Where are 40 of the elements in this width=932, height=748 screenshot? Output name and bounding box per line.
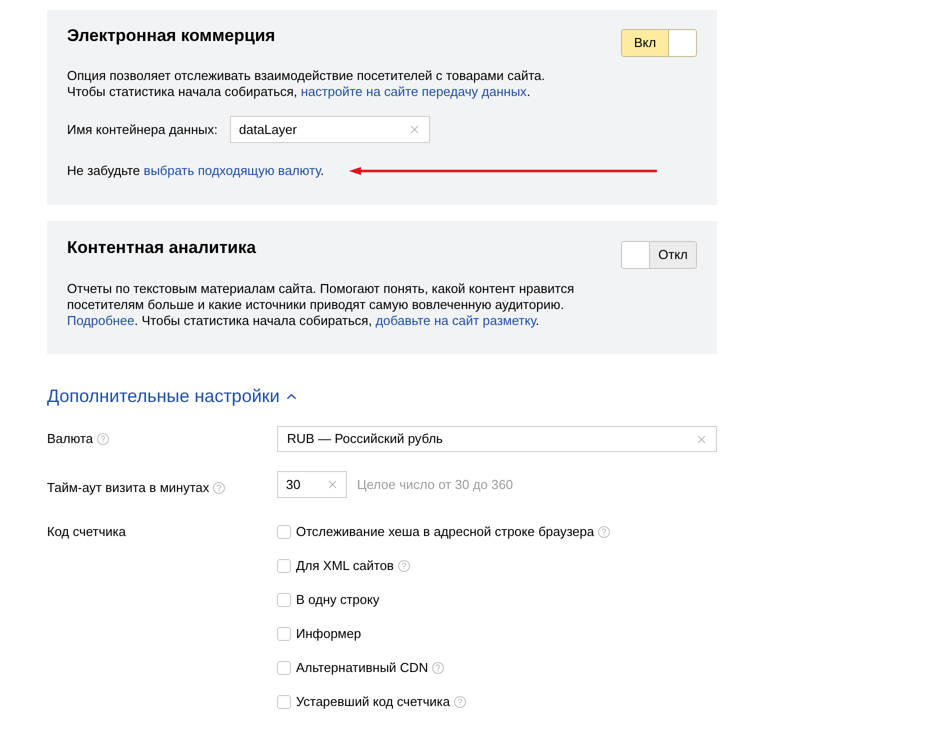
checkbox[interactable]: [277, 661, 291, 675]
option-label[interactable]: Отслеживание хеша в адресной строке браузера: [296, 522, 594, 542]
card-title: Электронная коммерция: [67, 25, 276, 47]
number-field[interactable]: 30: [277, 471, 347, 498]
checkbox[interactable]: [277, 593, 291, 607]
option-label[interactable]: Для XML сайтов: [296, 556, 394, 576]
checkbox[interactable]: [277, 695, 291, 709]
setting-label: Код счетчика: [47, 523, 126, 542]
option-label[interactable]: В одну строку: [296, 590, 380, 610]
help-icon[interactable]: [97, 433, 109, 445]
card-title: Контентная аналитика: [67, 237, 256, 259]
option-label[interactable]: Устаревший код счетчика: [296, 692, 450, 712]
checkbox[interactable]: [277, 627, 291, 641]
clear-icon[interactable]: [408, 123, 421, 136]
toggle-switch[interactable]: Вкл: [621, 29, 697, 57]
help-icon[interactable]: [432, 662, 444, 674]
help-icon[interactable]: [213, 482, 226, 494]
field-label: Имя контейнера данных:: [67, 120, 219, 139]
toggle-switch[interactable]: Откл: [621, 241, 697, 269]
description-text: Отчеты по текстовым материалам сайта. Помогают понять, какой контент нравится посетителям больше и какие источники приводят самую вовлеченную аудиторию. Подробнее. Чтобы статистика начала собираться, добавьте на сайт разметку.: [67, 281, 576, 329]
link[interactable]: выбрать подходящую валюту: [144, 163, 320, 178]
help-icon[interactable]: [398, 560, 410, 572]
option-label[interactable]: Информер: [296, 624, 362, 644]
link[interactable]: добавьте на сайт разметку: [376, 313, 536, 328]
clear-icon[interactable]: [326, 478, 339, 491]
section-toggle[interactable]: Дополнительные настройки: [47, 384, 299, 408]
currency-field[interactable]: RUB — Российский рубль: [277, 426, 717, 452]
help-icon[interactable]: [454, 696, 466, 708]
option-label[interactable]: Альтернативный CDN: [296, 658, 428, 678]
note-text: Не забудьте выбрать подходящую валюту.: [67, 163, 324, 179]
checkbox[interactable]: [277, 525, 291, 539]
link[interactable]: Подробнее: [67, 313, 134, 328]
description-text: Опция позволяет отслеживать взаимодействие посетителей с товарами сайта. Чтобы статистика начала собираться, настройте на сайте передачу данных.: [67, 68, 546, 100]
hint-text: Целое число от 30 до 360: [357, 476, 514, 494]
setting-label: Тайм-аут визита в минутах: [47, 478, 210, 497]
checkbox[interactable]: [277, 559, 291, 573]
link[interactable]: настройте на сайте передачу данных: [300, 84, 527, 99]
help-icon[interactable]: [598, 526, 610, 538]
text-field[interactable]: dataLayer: [230, 116, 430, 143]
setting-label: Валюта: [47, 430, 93, 448]
